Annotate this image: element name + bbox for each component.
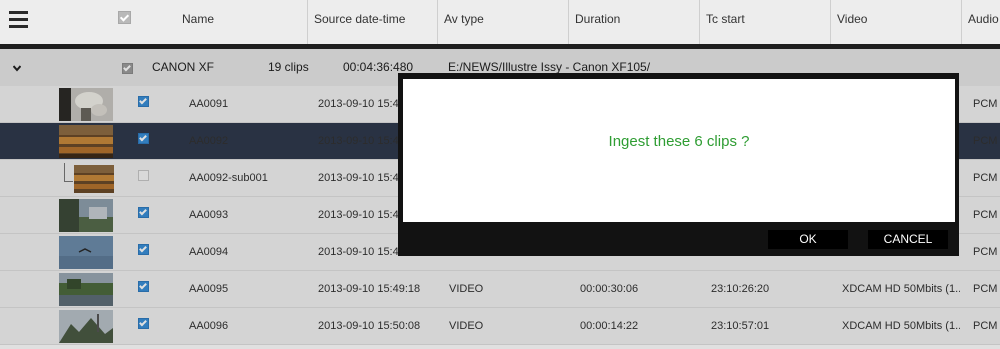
column-header-source-date-time[interactable]: Source date-time	[307, 0, 436, 44]
menu-icon[interactable]	[9, 11, 28, 30]
dialog-message: Ingest these 6 clips ?	[608, 133, 750, 150]
column-header-audio[interactable]: Audio	[961, 0, 1000, 44]
column-header-video[interactable]: Video	[830, 0, 960, 44]
cancel-button[interactable]: CANCEL	[868, 230, 948, 249]
column-header-name[interactable]: Name	[176, 0, 306, 44]
select-all-checkbox[interactable]	[118, 11, 131, 24]
column-header-av-type[interactable]: Av type	[437, 0, 567, 44]
ok-button[interactable]: OK	[768, 230, 848, 249]
column-header-tc-start[interactable]: Tc start	[699, 0, 829, 44]
column-header-duration[interactable]: Duration	[568, 0, 698, 44]
